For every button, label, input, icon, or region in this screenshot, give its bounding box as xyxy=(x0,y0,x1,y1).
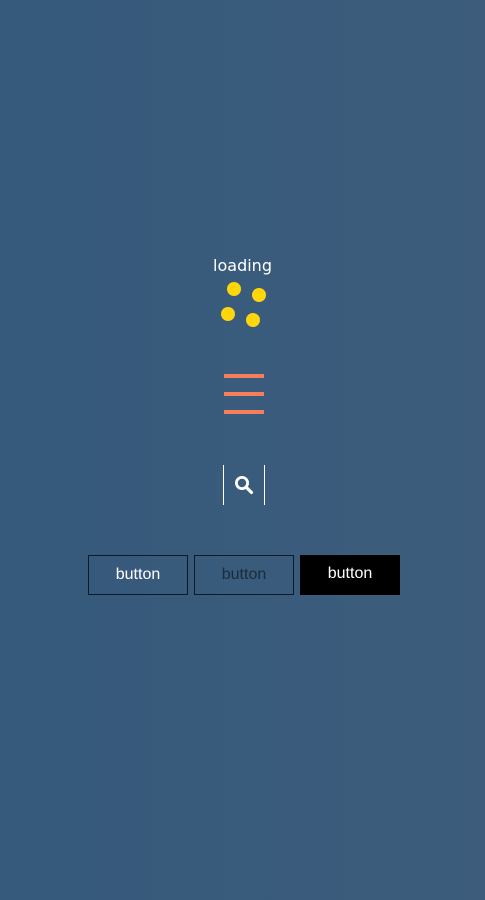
button-outline-light[interactable]: button xyxy=(88,555,188,595)
search-icon xyxy=(235,476,254,495)
hamburger-icon-line xyxy=(224,392,264,396)
search-button[interactable] xyxy=(223,465,265,505)
button-solid-black[interactable]: button xyxy=(300,555,400,595)
spinner-dot xyxy=(246,313,260,327)
hamburger-icon-line xyxy=(224,374,264,378)
button-outline-dark[interactable]: button xyxy=(194,555,294,595)
hamburger-menu-button[interactable] xyxy=(224,372,264,416)
spinner-dot xyxy=(221,307,235,321)
hamburger-icon-line xyxy=(224,410,264,414)
spinner-dot xyxy=(227,282,241,296)
loading-label: loading xyxy=(213,256,272,275)
loading-spinner xyxy=(215,276,271,332)
spinner-dot xyxy=(252,288,266,302)
